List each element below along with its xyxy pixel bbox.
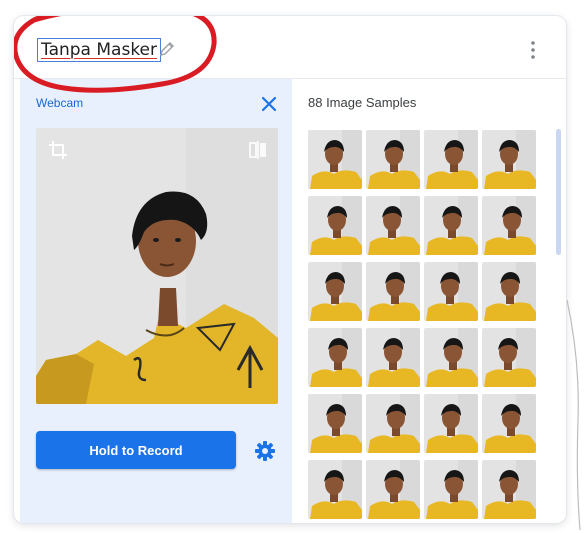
edge-connector-line — [566, 300, 581, 530]
webcam-frame — [36, 128, 278, 404]
webcam-panel: Webcam Hold to Record — [20, 79, 292, 523]
samples-title: 88 Image Samples — [308, 95, 417, 110]
class-card: Tanpa Masker Webcam Hold to Record 88 Im… — [14, 16, 566, 523]
sample-thumbnail[interactable] — [366, 262, 420, 321]
scrollbar[interactable] — [556, 129, 561, 255]
sample-thumbnail[interactable] — [424, 460, 478, 519]
crop-icon[interactable] — [48, 140, 68, 160]
sample-thumbnail[interactable] — [308, 262, 362, 321]
sample-thumbnail[interactable] — [482, 262, 536, 321]
sample-thumbnail[interactable] — [482, 196, 536, 255]
card-header: Tanpa Masker — [14, 16, 566, 79]
sample-thumbnail[interactable] — [308, 460, 362, 519]
sample-thumbnail[interactable] — [366, 328, 420, 387]
sample-thumbnail[interactable] — [308, 394, 362, 453]
gear-icon[interactable] — [254, 440, 276, 462]
close-icon[interactable] — [260, 95, 278, 113]
sample-thumbnail[interactable] — [366, 394, 420, 453]
sample-thumbnail[interactable] — [424, 262, 478, 321]
hold-to-record-button[interactable]: Hold to Record — [36, 431, 236, 469]
flip-icon[interactable] — [248, 140, 268, 160]
sample-thumbnail[interactable] — [308, 196, 362, 255]
sample-thumbnail[interactable] — [308, 328, 362, 387]
webcam-title: Webcam — [36, 96, 84, 110]
sample-thumbnail[interactable] — [424, 196, 478, 255]
sample-thumbnail[interactable] — [424, 130, 478, 189]
more-vert-icon[interactable] — [529, 40, 537, 60]
sample-thumbnail[interactable] — [366, 460, 420, 519]
pencil-icon[interactable] — [158, 40, 176, 58]
sample-thumbnail[interactable] — [308, 130, 362, 189]
sample-thumbnail[interactable] — [482, 460, 536, 519]
sample-thumbnail[interactable] — [424, 394, 478, 453]
sample-thumbnail[interactable] — [366, 196, 420, 255]
samples-panel: 88 Image Samples — [292, 79, 566, 523]
sample-thumbnail[interactable] — [482, 328, 536, 387]
webcam-preview — [36, 128, 278, 404]
class-name-field[interactable]: Tanpa Masker — [37, 38, 162, 62]
sample-grid — [308, 130, 536, 519]
sample-thumbnail[interactable] — [366, 130, 420, 189]
sample-thumbnail[interactable] — [482, 130, 536, 189]
sample-thumbnail[interactable] — [482, 394, 536, 453]
sample-thumbnail[interactable] — [424, 328, 478, 387]
